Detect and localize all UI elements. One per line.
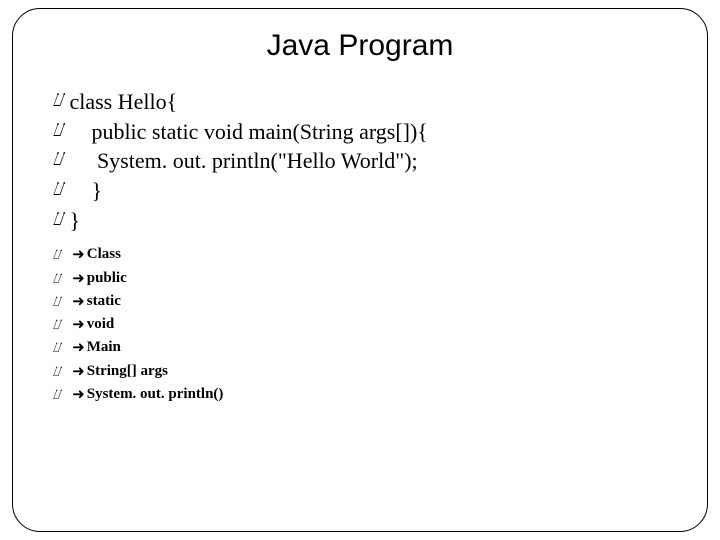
term-text: Class: [87, 243, 121, 266]
code-text: class Hello{: [69, 87, 177, 117]
term-list: ⌰ ➜ Class ⌰ ➜ public ⌰ ➜ static ⌰ ➜ void…: [49, 243, 671, 406]
term-text: System. out. println(): [87, 383, 224, 406]
term-item: ⌰ ➜ public: [53, 267, 671, 290]
code-line: ⌰ }: [53, 206, 671, 236]
term-text: public: [87, 267, 127, 290]
bullet-icon: ⌰: [53, 290, 62, 312]
term-item: ⌰ ➜ String[] args: [53, 360, 671, 383]
term-item: ⌰ ➜ Class: [53, 243, 671, 266]
arrow-icon: ➜: [72, 383, 85, 406]
code-line: ⌰ public static void main(String args[])…: [53, 117, 671, 147]
arrow-icon: ➜: [72, 360, 85, 383]
bullet-icon: ⌰: [53, 117, 65, 146]
bullet-icon: ⌰: [53, 87, 65, 116]
bullet-icon: ⌰: [53, 383, 62, 405]
bullet-icon: ⌰: [53, 267, 62, 289]
code-text: public static void main(String args[]){: [69, 117, 427, 147]
bullet-icon: ⌰: [53, 313, 62, 335]
term-text: String[] args: [87, 360, 168, 383]
code-text: }: [69, 206, 80, 236]
term-item: ⌰ ➜ System. out. println(): [53, 383, 671, 406]
arrow-icon: ➜: [72, 290, 85, 313]
bullet-icon: ⌰: [53, 176, 65, 205]
arrow-icon: ➜: [72, 336, 85, 359]
term-item: ⌰ ➜ static: [53, 290, 671, 313]
bullet-icon: ⌰: [53, 146, 65, 175]
slide-title: Java Program: [49, 29, 671, 63]
code-list: ⌰ class Hello{ ⌰ public static void main…: [49, 87, 671, 235]
term-text: void: [87, 313, 115, 336]
bullet-icon: ⌰: [53, 360, 62, 382]
arrow-icon: ➜: [72, 313, 85, 336]
code-line: ⌰ class Hello{: [53, 87, 671, 117]
arrow-icon: ➜: [72, 243, 85, 266]
bullet-icon: ⌰: [53, 243, 62, 265]
slide-frame: Java Program ⌰ class Hello{ ⌰ public sta…: [12, 8, 708, 532]
code-text: System. out. println("Hello World");: [69, 146, 417, 176]
code-line: ⌰ }: [53, 176, 671, 206]
term-text: static: [87, 290, 121, 313]
term-item: ⌰ ➜ void: [53, 313, 671, 336]
bullet-icon: ⌰: [53, 336, 62, 358]
term-item: ⌰ ➜ Main: [53, 336, 671, 359]
arrow-icon: ➜: [72, 267, 85, 290]
code-text: }: [69, 176, 102, 206]
term-text: Main: [87, 336, 121, 359]
bullet-icon: ⌰: [53, 206, 65, 235]
code-line: ⌰ System. out. println("Hello World");: [53, 146, 671, 176]
